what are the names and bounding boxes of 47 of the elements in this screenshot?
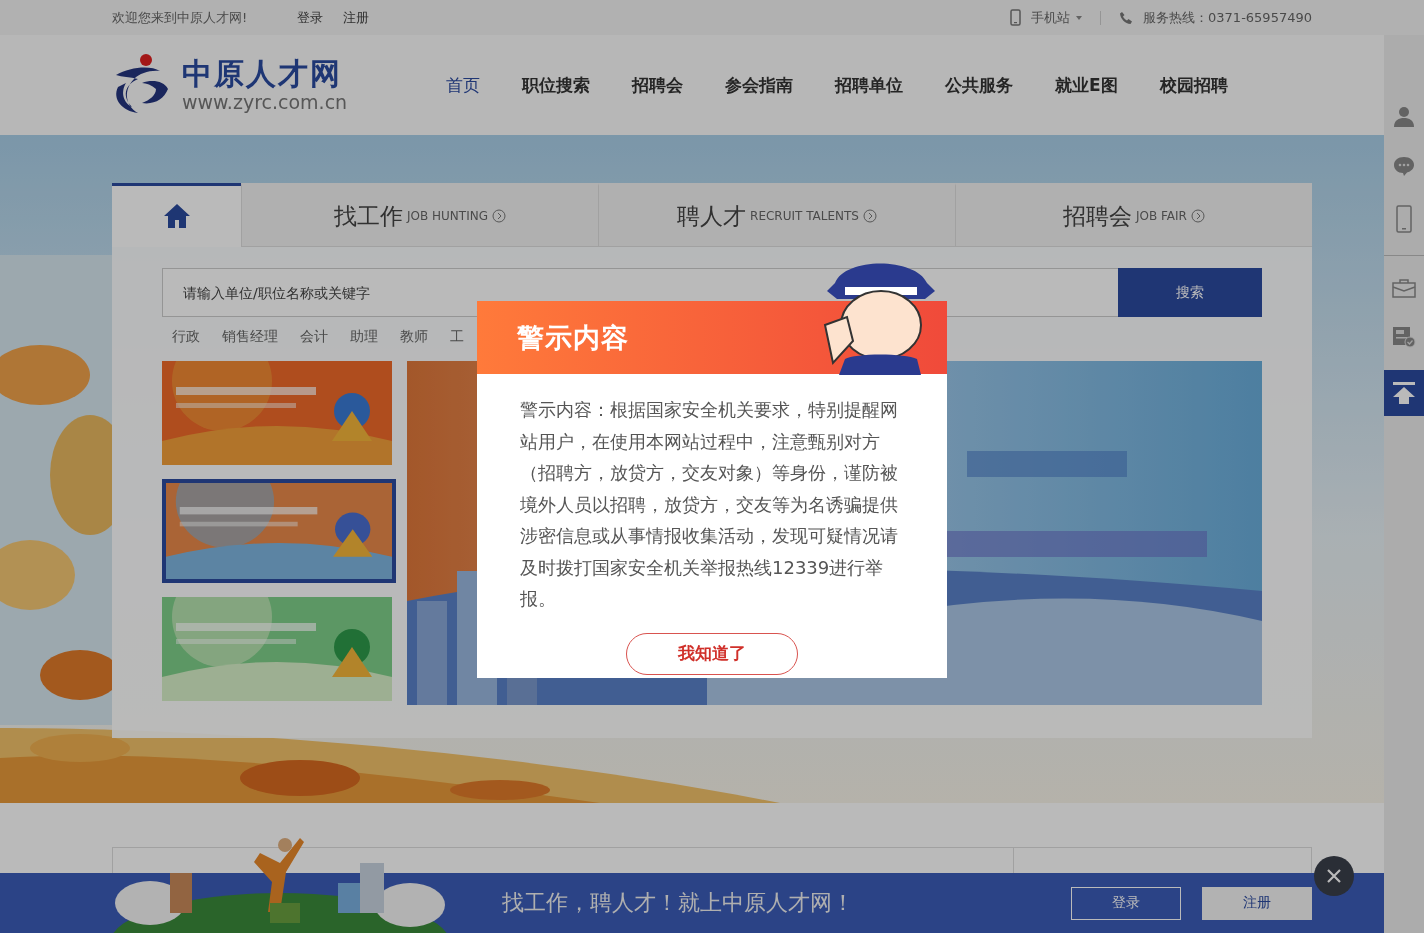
search-tab[interactable]: 聘人才 RECRUIT TALENTS [598,183,955,247]
dialog-message: 警示内容：根据国家安全机关要求，特别提醒网站用户，在使用本网站过程中，注意甄别对方（招聘方，放贷方，交友对象）等身份，谨防被境外人员以招聘，放贷方，交友等为名诱骗提供涉密信息或从事情报收集活动，发现可疑情况请及时拨打国家安全机关举报热线12339进行举报。 [520,398,899,611]
keyword-link[interactable]: 会计 [300,328,328,348]
nav-link[interactable]: 首页 [446,73,480,97]
top-link[interactable]: 注册 [343,8,370,27]
top-link[interactable]: 登录 [297,8,324,27]
login-button[interactable]: 登录 [1071,886,1181,920]
phone-icon [1119,10,1134,25]
register-button[interactable]: 注册 [1202,886,1312,920]
nav-link[interactable]: 招聘会 [632,73,683,97]
nav-link[interactable]: 参会指南 [725,73,793,97]
keyword-link[interactable]: 行政 [172,328,200,348]
acknowledge-button[interactable]: 我知道了 [626,632,798,675]
keyword-link[interactable]: 助理 [350,328,378,348]
keyword-link[interactable]: 销售经理 [222,328,278,348]
logo-url: www.zyrc.com.cn [182,91,348,113]
home-icon [162,203,191,229]
logo-title: 中原人才网 [182,57,343,91]
home-tab[interactable] [112,183,241,247]
hotline-text: 服务热线：0371-65957490 [1143,8,1312,27]
search-tab[interactable]: 找工作 JOB HUNTING [241,183,598,247]
briefcase-icon[interactable] [1392,278,1416,298]
nav-link[interactable]: 校园招聘 [1159,73,1228,97]
nav-link[interactable]: 公共服务 [945,73,1013,97]
up-arrow-icon [1392,381,1416,405]
user-icon[interactable] [1393,105,1415,127]
search-button[interactable]: 搜索 [1118,268,1262,317]
back-to-top-button[interactable] [1384,370,1424,416]
chat-icon[interactable] [1393,155,1415,177]
nav-link[interactable]: 就业E图 [1055,73,1118,97]
mobile-site-link[interactable]: 手机站 [1031,8,1071,27]
mobile-icon[interactable] [1396,205,1412,233]
resume-icon[interactable] [1392,326,1416,348]
close-icon [1326,868,1342,884]
arrow-circle-icon [862,209,877,223]
slogan-text: 找工作，聘人才！就上中原人才网！ [502,889,854,917]
welcome-text: 欢迎您来到中原人才网! [112,8,248,27]
nav-link[interactable]: 职位搜索 [522,73,590,97]
arrow-circle-icon [492,209,506,223]
search-tab[interactable]: 招聘会 JOB FAIR [955,183,1312,247]
arrow-circle-icon [1190,209,1205,223]
keyword-link[interactable]: 教师 [400,328,428,348]
keyword-link[interactable]: 工 [450,328,464,348]
caret-icon [1076,15,1083,20]
nav-link[interactable]: 招聘单位 [835,73,903,97]
mobile-icon [1010,9,1022,26]
dialog-title: 警示内容 [517,320,629,355]
